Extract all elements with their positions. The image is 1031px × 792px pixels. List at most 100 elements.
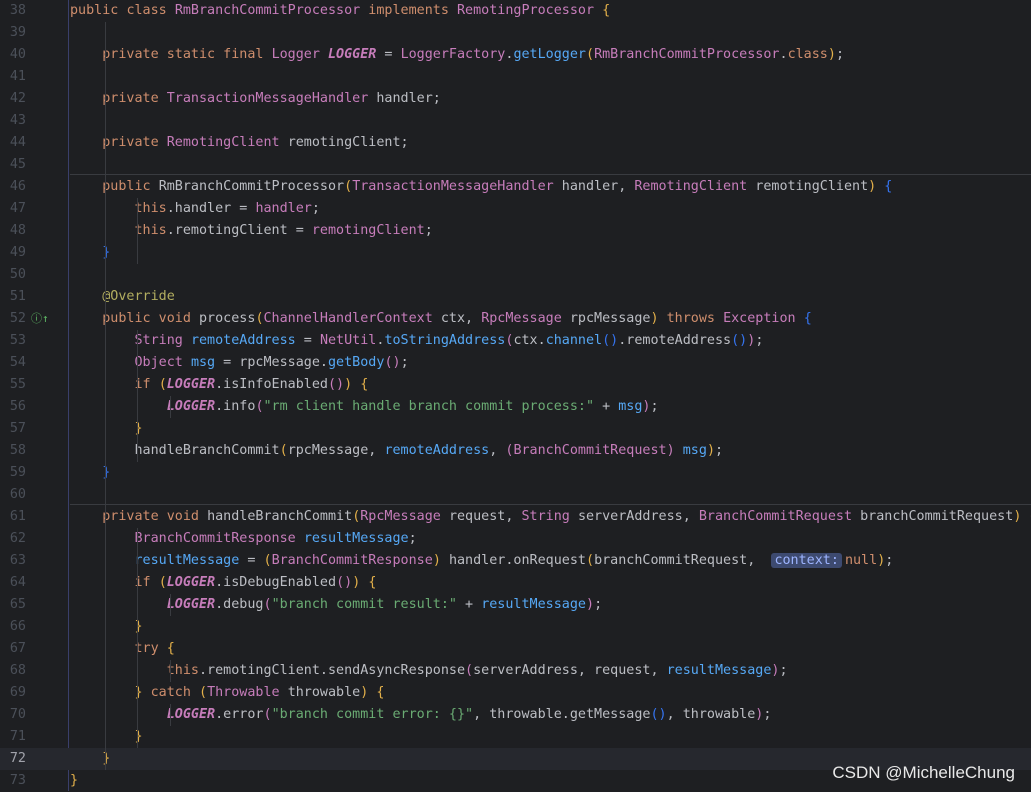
watermark: CSDN @MichelleChung xyxy=(832,763,1015,782)
code-token: remotingClient xyxy=(311,223,425,238)
code-token: LOGGER xyxy=(166,399,216,414)
code-line[interactable]: 40 private static final Logger LOGGER = … xyxy=(0,44,1031,66)
code-line[interactable]: 67 try { xyxy=(0,638,1031,660)
code-token: { xyxy=(884,179,893,194)
code-line[interactable]: 61 private void handleBranchCommit(RpcMe… xyxy=(0,506,1031,528)
code-line[interactable]: 54 Object msg = rpcMessage.getBody(); xyxy=(0,352,1031,374)
implements-method-icon[interactable]: ⓘ↑ xyxy=(31,308,49,330)
code-token: TransactionMessageHandler xyxy=(352,179,562,194)
code-token: .remotingClient.sendAsyncResponse xyxy=(199,663,466,678)
code-line[interactable]: 57 } xyxy=(0,418,1031,440)
code-token: ( xyxy=(344,179,353,194)
code-line[interactable]: 65 LOGGER.debug("branch commit result:" … xyxy=(0,594,1031,616)
code-token: this xyxy=(166,663,199,678)
code-text: public void process(ChannelHandlerContex… xyxy=(70,308,812,330)
code-token: handler, xyxy=(561,179,635,194)
code-line[interactable]: 44 private RemotingClient remotingClient… xyxy=(0,132,1031,154)
code-line[interactable]: 70 LOGGER.error("branch commit error: {}… xyxy=(0,704,1031,726)
code-line[interactable]: 68 this.remotingClient.sendAsyncResponse… xyxy=(0,660,1031,682)
code-token: ) xyxy=(827,47,836,62)
code-text: private RemotingClient remotingClient; xyxy=(70,132,408,154)
code-line[interactable]: 47 this.handler = handler; xyxy=(0,198,1031,220)
code-line[interactable]: 43 xyxy=(0,110,1031,132)
code-token: resultMessage xyxy=(666,663,772,678)
line-number: 49 xyxy=(9,245,26,260)
code-token: ( xyxy=(263,553,272,568)
code-line[interactable]: 51 @Override xyxy=(0,286,1031,308)
code-line[interactable]: 52 ⓘ↑ public void process(ChannelHandlerC… xyxy=(0,308,1031,330)
code-token: ; xyxy=(885,553,894,568)
code-token: .info xyxy=(215,399,256,414)
line-number: 70 xyxy=(9,707,26,722)
code-token: { xyxy=(360,377,369,392)
code-token: resultMessage xyxy=(303,531,409,546)
code-token: "branch commit result:" xyxy=(271,597,457,612)
code-token: ; xyxy=(650,399,659,414)
code-text: if (LOGGER.isInfoEnabled()) { xyxy=(70,374,369,396)
code-text: if (LOGGER.isDebugEnabled()) { xyxy=(70,572,377,594)
code-line[interactable]: 39 xyxy=(0,22,1031,44)
code-line[interactable]: 41 xyxy=(0,66,1031,88)
line-number: 62 xyxy=(9,531,26,546)
code-text: @Override xyxy=(70,286,175,308)
code-text: try { xyxy=(70,638,175,660)
code-line[interactable]: 64 if (LOGGER.isDebugEnabled()) { xyxy=(0,572,1031,594)
indent-guide xyxy=(169,660,171,682)
line-number: 73 xyxy=(9,773,26,788)
line-number: 64 xyxy=(9,575,26,590)
code-token: branchCommitRequest, xyxy=(594,553,772,568)
code-token: public void xyxy=(102,311,199,326)
code-line[interactable]: 55 if (LOGGER.isInfoEnabled()) { xyxy=(0,374,1031,396)
code-token: ) xyxy=(650,311,667,326)
code-token: () xyxy=(336,575,353,590)
indent-guide xyxy=(137,330,139,462)
line-number: 46 xyxy=(9,179,26,194)
code-token: handler xyxy=(255,201,312,216)
code-token: () xyxy=(731,333,748,348)
code-editor[interactable]: 38 public class RmBranchCommitProcessor i… xyxy=(0,0,1031,791)
code-line[interactable]: 53 String remoteAddress = NetUtil.toStri… xyxy=(0,330,1031,352)
code-token: () xyxy=(650,707,667,722)
code-token: channel xyxy=(545,333,603,348)
code-line[interactable]: 60 xyxy=(0,484,1031,506)
code-token: ; xyxy=(835,47,844,62)
code-token: serverAddress, xyxy=(577,509,699,524)
line-number: 60 xyxy=(9,487,26,502)
code-line[interactable]: 58 handleBranchCommit(rpcMessage, remote… xyxy=(0,440,1031,462)
code-line[interactable]: 45 xyxy=(0,154,1031,176)
line-number: 38 xyxy=(9,3,26,18)
code-line[interactable]: 62 BranchCommitResponse resultMessage; xyxy=(0,528,1031,550)
code-token: rpcMessage, xyxy=(287,443,385,458)
code-token: ( xyxy=(279,443,288,458)
code-line[interactable]: 59 } xyxy=(0,462,1031,484)
code-line[interactable]: 56 LOGGER.info("rm client handle branch … xyxy=(0,396,1031,418)
code-line[interactable]: 69 } catch (Throwable throwable) { xyxy=(0,682,1031,704)
code-line[interactable]: 42 private TransactionMessageHandler han… xyxy=(0,88,1031,110)
code-token: remotingClient xyxy=(755,179,869,194)
code-line[interactable]: 46 public RmBranchCommitProcessor(Transa… xyxy=(0,176,1031,198)
code-line[interactable]: 50 xyxy=(0,264,1031,286)
code-line[interactable]: 38 public class RmBranchCommitProcessor i… xyxy=(0,0,1031,22)
code-token: RpcMessage xyxy=(481,311,570,326)
code-token: ( xyxy=(465,663,474,678)
code-token: public xyxy=(102,179,159,194)
code-line[interactable]: 48 this.remotingClient = remotingClient; xyxy=(0,220,1031,242)
code-text: public RmBranchCommitProcessor(Transacti… xyxy=(70,176,892,198)
code-line[interactable]: 49 } xyxy=(0,242,1031,264)
code-token: remoteAddress xyxy=(384,443,490,458)
code-token: ) xyxy=(352,575,369,590)
code-line[interactable]: 71 } xyxy=(0,726,1031,748)
code-line[interactable]: 63 resultMessage = (BranchCommitResponse… xyxy=(0,550,1031,572)
code-line[interactable]: 66 } xyxy=(0,616,1031,638)
code-token: branchCommitRequest xyxy=(860,509,1014,524)
